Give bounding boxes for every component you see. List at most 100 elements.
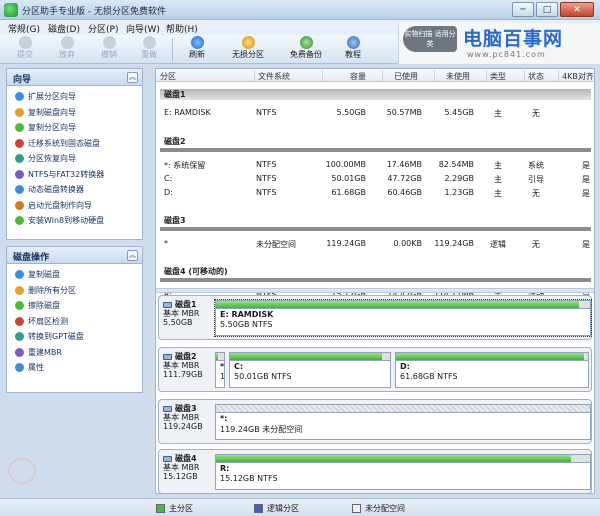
panel-item[interactable]: 动态磁盘转换器 [15,182,142,198]
disk-card[interactable]: 磁盘1 基本 MBR 5.50GB E: RAMDISK 5.50GB NTFS [158,295,592,340]
panel-item[interactable]: 擦除磁盘 [15,298,142,314]
disk-name: 磁盘3 [163,404,211,413]
minimize-button[interactable]: ─ [512,2,534,17]
column-header[interactable]: 文件系统 [258,71,290,82]
panel-item[interactable]: 复制磁盘 [15,267,142,283]
undo-icon [102,36,116,49]
collapse-icon[interactable]: ︽ [127,250,138,261]
discard-icon [60,36,74,49]
partition-block[interactable]: * 1 [215,352,225,388]
table-cell: 5.45GB [444,108,475,117]
column-header[interactable]: 类型 [490,71,506,82]
panel-item-icon [15,200,24,210]
panel-item-icon [15,123,24,133]
disk-type: 基本 MBR [163,413,200,422]
table-cell: 主 [494,161,502,170]
column-header[interactable]: 分区 [160,71,176,82]
panel-item[interactable]: 坏扇区检测 [15,314,142,330]
lossless-partition-button[interactable]: 无损分区 [228,36,268,63]
brand-name: 电脑百事网 [463,28,564,50]
partition-block[interactable]: C: 50.01GB NTFS [229,352,391,388]
panel-item[interactable]: 转换到GPT磁盘 [15,329,142,345]
commit-button[interactable]: 提交 [12,36,38,63]
table-row[interactable]: D: NTFS 61.68GB 60.46GB 1.23GB 主 无 是 [160,186,591,200]
column-separator [486,70,487,81]
collapse-icon[interactable]: ︽ [127,72,138,83]
menu-general[interactable]: 常规(G) [8,22,40,35]
table-row[interactable]: E: RAMDISK NTFS 5.50GB 50.57MB 5.45GB 主 无 [160,106,591,120]
table-cell: 主 [494,175,502,184]
backup-icon [299,36,313,49]
panel-item[interactable]: 复制磁盘向导 [15,105,142,121]
column-header[interactable]: 4KB对齐 [562,71,594,82]
table-cell: NTFS [256,174,277,183]
table-cell: 47.72GB [387,174,422,183]
splitter[interactable] [156,288,594,293]
panel-item[interactable]: 复制分区向导 [15,120,142,136]
group-divider [160,227,591,231]
table-cell: D: [164,188,173,197]
legend-logical: 逻辑分区 [254,503,299,514]
panel-item[interactable]: 安装Win8到移动硬盘 [15,213,142,229]
disk-name-label: 磁盘4 [175,454,197,463]
toolbar-separator [172,39,173,61]
lossless-partition-icon [241,36,255,49]
column-header[interactable]: 容量 [350,71,366,82]
menu-help[interactable]: 帮助(H) [166,22,198,35]
disk-ops-list: 复制磁盘 删除所有分区 擦除磁盘 坏扇区检测 转换到GPT磁盘 重建MBR 属性 [7,264,142,376]
panel-item-icon [15,92,24,102]
lossless-partition-label: 无损分区 [232,50,264,59]
partition-block[interactable]: E: RAMDISK 5.50GB NTFS [214,299,592,337]
partition-block[interactable]: D: 61.68GB NTFS [395,352,589,388]
partition-block[interactable]: R: 15.12GB NTFS [215,454,591,490]
refresh-button[interactable]: 刷新 [184,36,210,63]
column-header[interactable]: 未使用 [446,71,470,82]
panel-item-label: 属性 [28,363,44,373]
disk-card[interactable]: 磁盘2 基本 MBR 111.79GB * 1 C: 50.01GB NTFS D: 61.68… [158,347,592,392]
table-cell: 逻辑 [490,240,506,249]
panel-item[interactable]: 迁移系统到固态磁盘 [15,136,142,152]
disk-group-label[interactable]: 磁盘3 [160,215,591,226]
column-header[interactable]: 状态 [528,71,544,82]
menu-disk[interactable]: 磁盘(D) [48,22,80,35]
disk-group-label[interactable]: 磁盘2 [160,136,591,147]
maximize-button[interactable]: □ [536,2,558,17]
refresh-icon [190,36,204,49]
panel-item[interactable]: NTFS与FAT32转换器 [15,167,142,183]
close-button[interactable]: ✕ [560,2,594,17]
column-header[interactable]: 已使用 [394,71,418,82]
disk-group-label[interactable]: 磁盘1 [160,89,591,100]
panel-item[interactable]: 删除所有分区 [15,283,142,299]
usage-bar [216,301,590,309]
partition-detail: 15.12GB NTFS [220,474,278,483]
panel-item[interactable]: 重建MBR [15,345,142,361]
table-row[interactable]: * 未分配空间 119.24GB 0.00KB 119.24GB 逻辑 无 是 [160,237,591,251]
panel-item[interactable]: 启动光盘制作向导 [15,198,142,214]
table-cell: 是 [582,161,590,170]
menu-wizard[interactable]: 向导(W) [126,22,160,35]
legend-primary-label: 主分区 [169,504,193,513]
panel-item-icon [15,107,24,117]
disk-name: 磁盘2 [163,352,211,361]
panel-item[interactable]: 分区恢复向导 [15,151,142,167]
redo-button[interactable]: 重做 [136,36,162,63]
disk-card[interactable]: 磁盘4 基本 MBR 15.12GB R: 15.12GB NTFS [158,449,592,494]
left-sidebar: 向导 ︽ 扩展分区向导 复制磁盘向导 复制分区向导 迁移系统到固态磁盘 分区恢复向导 NT… [6,68,143,494]
free-backup-button[interactable]: 免费备份 [286,36,326,63]
table-cell: 主 [494,109,502,118]
disk-group-label[interactable]: 磁盘4 (可移动的) [160,266,591,277]
table-cell: 119.24GB [434,239,474,248]
partition-block[interactable]: *: 119.24GB 未分配空间 [215,404,591,440]
tutorial-label: 教程 [345,50,361,59]
undo-button[interactable]: 撤销 [96,36,122,63]
panel-item[interactable]: 属性 [15,360,142,376]
table-cell: 0.00KB [393,239,422,248]
disk-card[interactable]: 磁盘3 基本 MBR 119.24GB *: 119.24GB 未分配空间 [158,399,592,444]
wizard-panel-header: 向导 ︽ [7,69,142,86]
tutorial-button[interactable]: 教程 [340,36,366,63]
table-row[interactable]: C: NTFS 50.01GB 47.72GB 2.29GB 主 引导 是 [160,172,591,186]
panel-item[interactable]: 扩展分区向导 [15,89,142,105]
table-row[interactable]: *: 系统保留 NTFS 100.00MB 17.46MB 82.54MB 主 系统 是 [160,158,591,172]
menu-partition[interactable]: 分区(P) [88,22,118,35]
discard-button[interactable]: 放弃 [54,36,80,63]
